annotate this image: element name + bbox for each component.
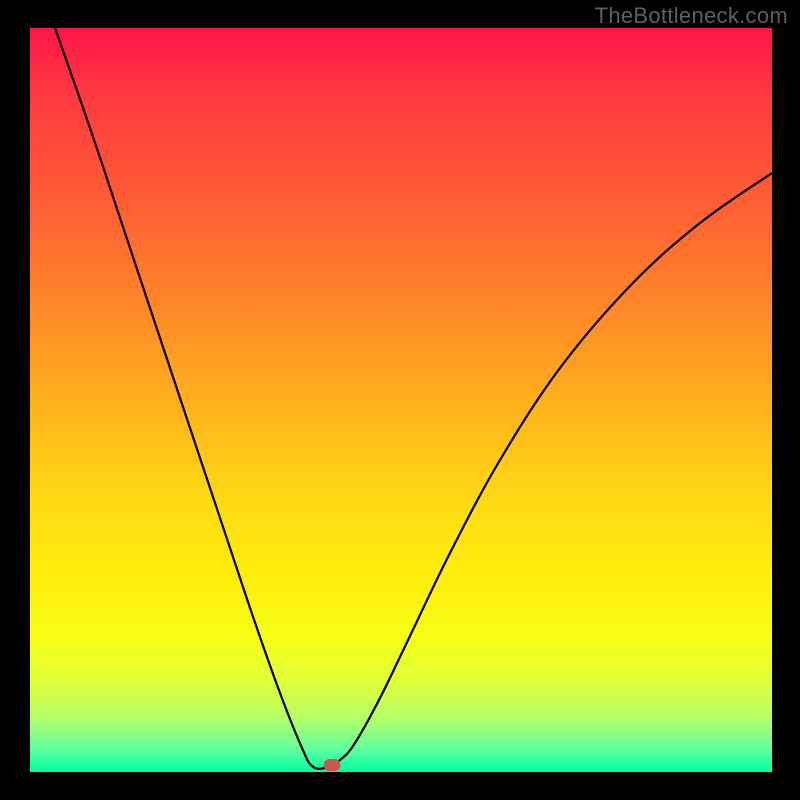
chart-plot-area <box>30 28 772 772</box>
bottleneck-curve <box>55 28 772 769</box>
curve-svg <box>30 28 772 772</box>
watermark-text: TheBottleneck.com <box>595 3 788 29</box>
optimal-point-marker <box>324 759 341 771</box>
